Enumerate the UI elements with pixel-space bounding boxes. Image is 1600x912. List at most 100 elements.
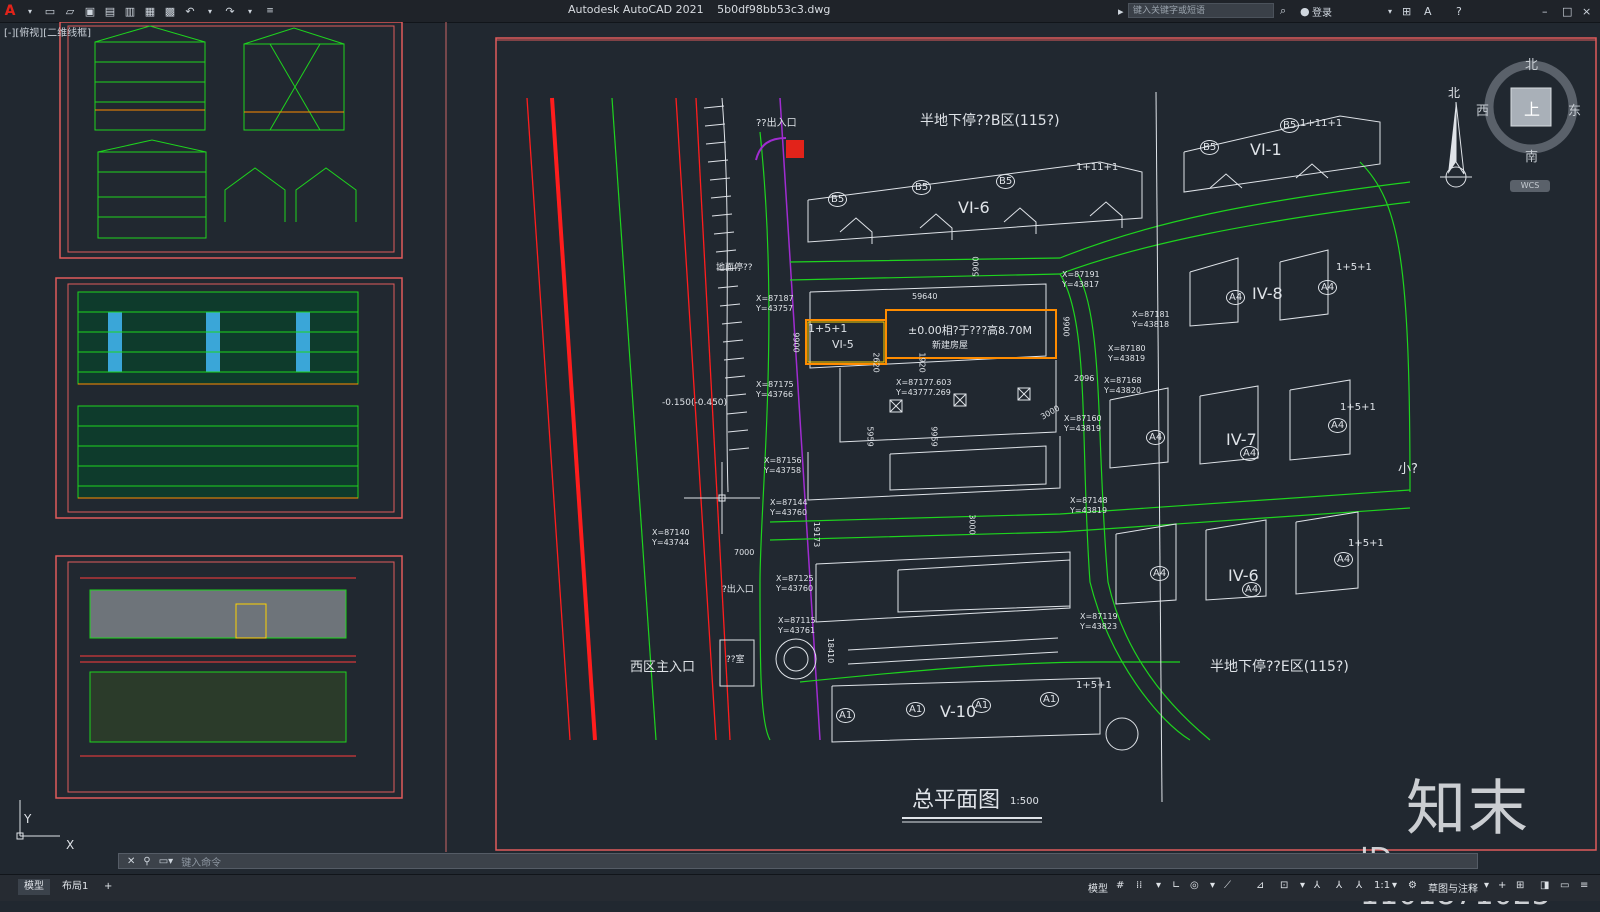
login-button[interactable]: 登录 <box>1312 2 1332 20</box>
workspace-gear-icon[interactable]: ⚙ <box>1408 880 1417 891</box>
clean-screen-icon[interactable]: ▭ <box>1560 880 1569 891</box>
unit-tag: A4 <box>1146 430 1166 445</box>
title-bar: A ▾ ▭ ▱ ▣ ▤ ▥ ▦ ▩ ↶ ▾ ↷ ▾ ≡ Autodesk Aut… <box>0 0 1600 23</box>
close-icon[interactable]: × <box>1582 2 1591 20</box>
help-icon[interactable]: ? <box>1456 2 1462 20</box>
quick-access-toolbar: A ▾ ▭ ▱ ▣ ▤ ▥ ▦ ▩ ↶ ▾ ↷ ▾ ≡ <box>0 0 280 22</box>
scale-dropdown-icon[interactable]: ▾ <box>1392 880 1397 891</box>
undo-icon[interactable]: ↶ <box>182 3 198 19</box>
search-input[interactable]: 键入关键字或短语 <box>1128 3 1274 18</box>
viewport-controls-label[interactable]: [-][俯视][二维线框] <box>4 24 91 39</box>
workspace-switch[interactable]: 草图与注释 <box>1428 880 1478 895</box>
maximize-icon[interactable]: □ <box>1562 2 1572 20</box>
guard-room-label: ??室 <box>726 655 745 665</box>
watermark-logo: 知末 <box>1406 774 1530 844</box>
publish-icon[interactable]: ▥ <box>122 3 138 19</box>
coord-label: X=87148 Y=43819 <box>1070 496 1108 515</box>
grid-icon[interactable]: # <box>1116 880 1124 891</box>
redo-dropdown-icon[interactable]: ▾ <box>242 3 258 19</box>
auto-scale-icon[interactable]: ⅄ <box>1336 880 1342 891</box>
dimension-label: 59640 <box>912 292 938 301</box>
add-icon[interactable]: + <box>1498 880 1506 891</box>
viewcube-west[interactable]: 西 <box>1476 100 1489 119</box>
new-file-icon[interactable]: ▭ <box>42 3 58 19</box>
viewcube-east[interactable]: 东 <box>1568 100 1581 119</box>
recent-commands-icon[interactable]: ▭▾ <box>159 856 173 867</box>
user-icon[interactable]: ● <box>1300 2 1310 20</box>
wcs-menu[interactable]: WCS <box>1510 180 1550 192</box>
north-arrow-symbol <box>1440 101 1472 188</box>
ucs-y-label: Y <box>24 812 32 826</box>
add-layout-button[interactable]: + <box>98 879 118 895</box>
new-building-label: ±0.00相?于???高8.70M <box>908 324 1033 337</box>
app-menu-icon[interactable]: A <box>2 3 18 19</box>
viewcube-top-face[interactable]: 上 <box>1524 96 1540 120</box>
isodraft-icon[interactable]: ⟋ <box>1224 880 1231 891</box>
annotation-scale-icon[interactable]: ⅄ <box>1356 880 1362 891</box>
isolate-objects-icon[interactable]: ◨ <box>1540 880 1549 891</box>
floors-v10-label: 1+5+1 <box>1076 680 1112 691</box>
open-folder-icon[interactable]: ▱ <box>62 3 78 19</box>
polar-dropdown-icon[interactable]: ▾ <box>1210 880 1215 891</box>
annotation-visibility-icon[interactable]: ⅄ <box>1314 880 1320 891</box>
building-v10-label: V-10 <box>940 702 977 721</box>
unit-tag: A1 <box>836 708 856 723</box>
customize-icon[interactable]: ≡ <box>262 3 278 19</box>
dimension-label: 2620 <box>871 352 881 373</box>
parking-b-label: 半地下停??B区(115?) <box>920 113 1060 129</box>
search-icon[interactable]: ⌕ <box>1280 2 1286 20</box>
small-road-label: 小? <box>1398 462 1418 477</box>
login-dropdown-icon[interactable]: ▾ <box>1388 2 1392 20</box>
elevation-label: -0.150(-0.450) <box>662 398 728 408</box>
dimension-label: 5959 <box>865 426 875 447</box>
drawing-canvas[interactable]: [-][俯视][二维线框] 半地下停??B区(115?) 半地下停??E区(11… <box>0 22 1600 874</box>
app-title: Autodesk AutoCAD 2021 <box>568 3 704 16</box>
osnap-dropdown-icon[interactable]: ▾ <box>1300 880 1305 891</box>
print-icon[interactable]: ▩ <box>162 3 178 19</box>
chevron-down-icon[interactable]: ▾ <box>22 3 38 19</box>
floors-vi6-label: 1+11+1 <box>1076 162 1119 173</box>
dimension-label: 5900 <box>971 256 981 277</box>
plot-icon[interactable]: ▦ <box>142 3 158 19</box>
snap-icon[interactable]: ⁞⁞ <box>1136 880 1142 891</box>
tab-model[interactable]: 模型 <box>18 879 50 895</box>
command-line[interactable]: ✕ ⚲ ▭▾ 键入命令 <box>118 853 1478 869</box>
ortho-icon[interactable]: ∟ <box>1172 880 1180 891</box>
unit-tag: A4 <box>1242 582 1262 597</box>
workspace-dropdown-icon[interactable]: ▾ <box>1484 880 1489 891</box>
snap-dropdown-icon[interactable]: ▾ <box>1156 880 1161 891</box>
viewcube-north[interactable]: 北 <box>1525 54 1538 73</box>
tab-layout1[interactable]: 布局1 <box>56 879 94 895</box>
osnap-tracking-icon[interactable]: ⊡ <box>1280 880 1288 891</box>
close-command-icon[interactable]: ✕ <box>127 856 135 867</box>
customize-command-icon[interactable]: ⚲ <box>143 856 150 867</box>
customization-menu-icon[interactable]: ≡ <box>1580 880 1588 891</box>
cart-icon[interactable]: ⊞ <box>1402 2 1411 20</box>
search-arrow-icon[interactable]: ▸ <box>1118 2 1124 20</box>
dimension-label: 9900 <box>1061 316 1071 337</box>
unit-tag: A4 <box>1240 446 1260 461</box>
entrance-top-label: ??出入口 <box>756 118 797 129</box>
coord-label: X=87168 Y=43820 <box>1104 376 1142 395</box>
building-vi5-floors: 1+5+1 <box>808 322 848 335</box>
annotation-scale-value[interactable]: 1:1 <box>1374 880 1390 891</box>
coord-label: X=87140 Y=43744 <box>652 528 690 547</box>
internal-roads <box>759 131 1411 741</box>
parking-stripes <box>703 97 750 493</box>
save-as-icon[interactable]: ▤ <box>102 3 118 19</box>
model-space-button[interactable]: 模型 <box>1088 880 1108 895</box>
minimize-icon[interactable]: – <box>1542 2 1548 20</box>
polar-icon[interactable]: ◎ <box>1190 880 1199 891</box>
save-icon[interactable]: ▣ <box>82 3 98 19</box>
coord-label: X=87115 Y=43761 <box>778 616 816 635</box>
viewcube-south[interactable]: 南 <box>1525 146 1538 165</box>
unit-tag: A4 <box>1226 290 1246 305</box>
osnap-icon[interactable]: ⊿ <box>1256 880 1264 891</box>
units-icon[interactable]: ⊞ <box>1516 880 1524 891</box>
ground-parking-label: 地面停?? <box>716 263 753 273</box>
command-input[interactable]: 键入命令 <box>181 854 221 869</box>
building-vi5-label: VI-5 <box>832 338 854 351</box>
autodesk-account-icon[interactable]: A <box>1424 2 1432 20</box>
redo-icon[interactable]: ↷ <box>222 3 238 19</box>
undo-dropdown-icon[interactable]: ▾ <box>202 3 218 19</box>
